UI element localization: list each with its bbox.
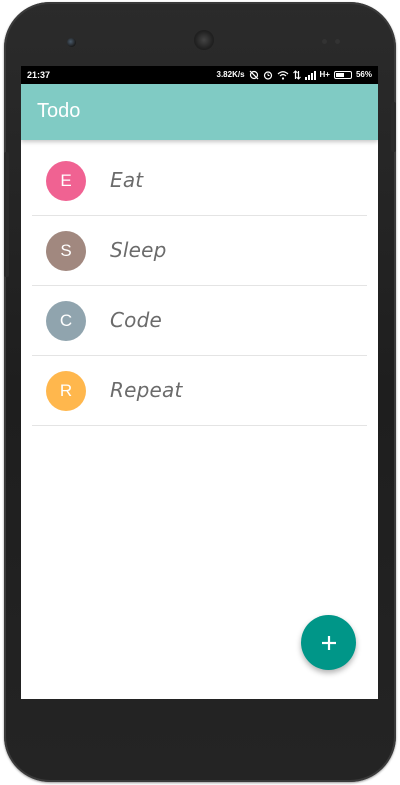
earpiece-speaker — [194, 30, 214, 50]
add-todo-button[interactable] — [301, 615, 356, 670]
alarm-icon — [263, 70, 273, 80]
todo-label: Code — [110, 308, 163, 332]
todo-label: Sleep — [110, 238, 167, 262]
volume-button — [4, 152, 9, 277]
todo-label: Eat — [110, 168, 144, 192]
status-time: 21:37 — [27, 70, 51, 80]
todo-avatar: R — [46, 371, 86, 411]
todo-avatar: C — [46, 301, 86, 341]
app-bar: Todo — [21, 84, 378, 140]
power-button — [391, 102, 396, 152]
front-camera — [67, 38, 76, 47]
todo-item[interactable]: R Repeat — [32, 356, 367, 426]
battery-percent: 56% — [355, 70, 372, 79]
todo-label: Repeat — [110, 378, 183, 402]
network-speed: 3.82K/s — [216, 70, 245, 79]
network-type: H+ — [319, 70, 330, 79]
todo-avatar: E — [46, 161, 86, 201]
plus-icon — [321, 635, 336, 650]
status-indicators: 3.82K/s H+ 56% — [216, 70, 372, 80]
todo-item[interactable]: S Sleep — [32, 216, 367, 286]
sync-icon — [249, 70, 259, 80]
battery-icon — [333, 71, 352, 79]
data-transfer-icon — [292, 70, 301, 80]
proximity-sensor — [322, 39, 327, 44]
app-title: Todo — [37, 100, 81, 122]
todo-item[interactable]: C Code — [32, 286, 367, 356]
todo-item[interactable]: E Eat — [32, 146, 367, 216]
signal-strength-icon — [304, 70, 316, 80]
status-bar: 21:37 3.82K/s H+ 56% — [21, 66, 378, 84]
app-screen: 21:37 3.82K/s H+ 56% Todo E Eat S Sleep … — [21, 66, 378, 699]
todo-avatar: S — [46, 231, 86, 271]
todo-list: E Eat S Sleep C Code R Repeat — [32, 146, 367, 426]
wifi-icon — [277, 70, 289, 80]
light-sensor — [335, 39, 340, 44]
